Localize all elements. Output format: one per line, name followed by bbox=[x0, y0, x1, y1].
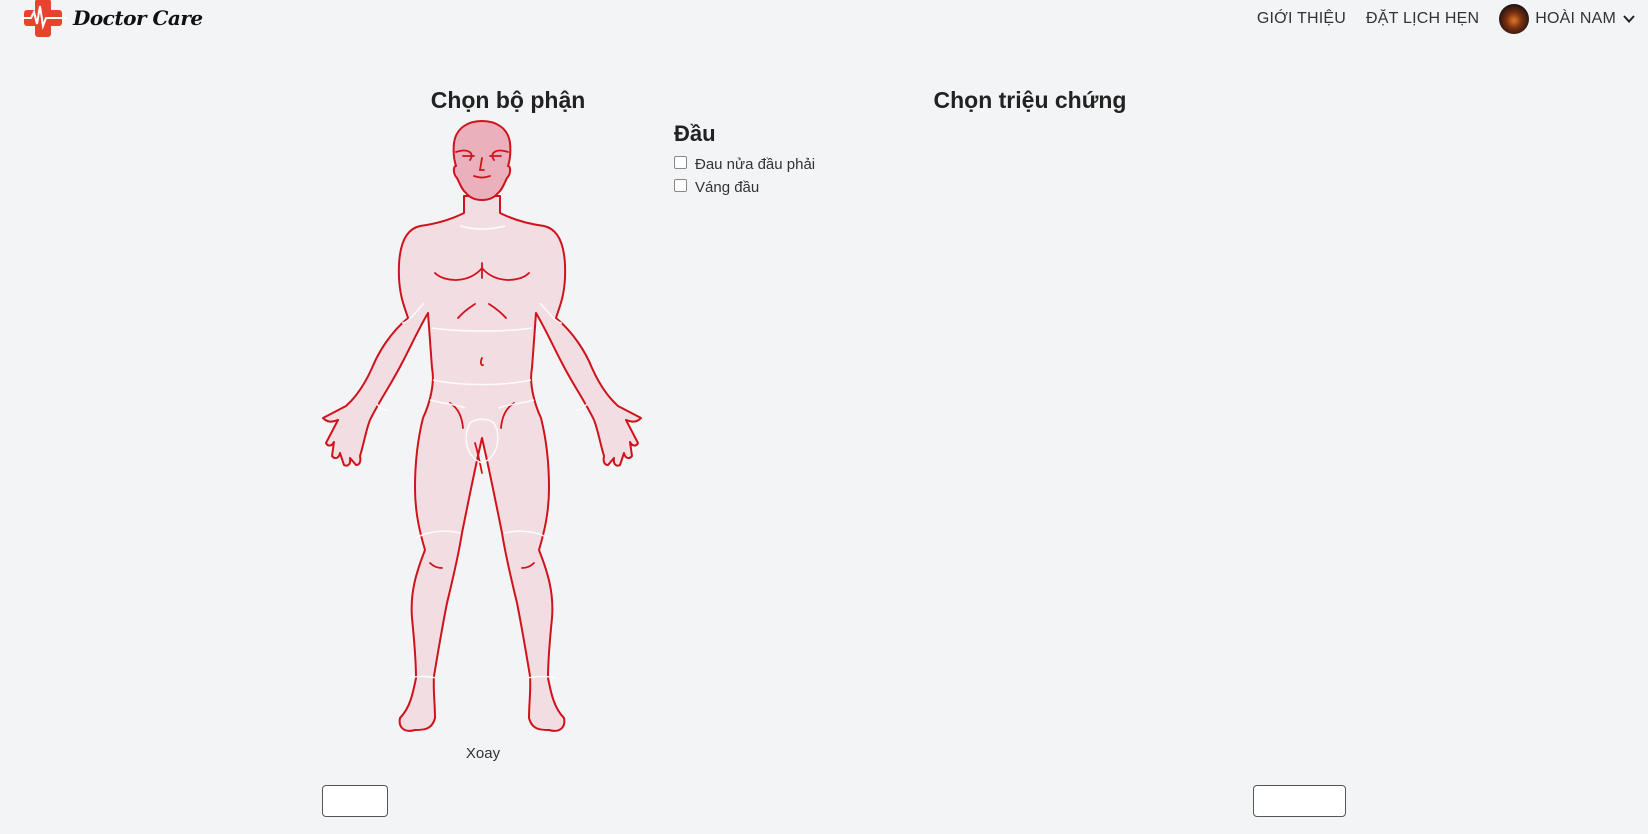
brand-name: Doctor Care bbox=[73, 6, 203, 30]
body-selector-title: Chọn bộ phận bbox=[430, 87, 586, 113]
medical-cross-heartbeat-icon bbox=[21, 0, 67, 37]
symptom-group-title: Đầu bbox=[674, 121, 716, 146]
symptom-label: Đau nửa đầu phải bbox=[695, 156, 816, 173]
body-map[interactable] bbox=[320, 118, 646, 740]
nav-links: GIỚI THIỆU ĐẶT LỊCH HẸN HOÀI NAM bbox=[1237, 0, 1636, 38]
symptom-item[interactable]: Đau nửa đầu phải bbox=[674, 153, 815, 176]
brand[interactable]: Doctor Care bbox=[21, 0, 203, 40]
nav-link-booking[interactable]: ĐẶT LỊCH HẸN bbox=[1366, 10, 1479, 28]
rotate-button[interactable]: Xoay bbox=[443, 745, 523, 762]
symptom-checkbox[interactable] bbox=[674, 179, 687, 192]
symptom-panel: Đầu Đau nửa đầu phải Váng đầu bbox=[674, 121, 815, 199]
next-button[interactable] bbox=[1253, 785, 1346, 817]
symptom-item[interactable]: Váng đầu bbox=[674, 176, 815, 199]
symptom-checkbox[interactable] bbox=[674, 156, 687, 169]
symptom-label: Váng đầu bbox=[695, 179, 760, 196]
back-button[interactable] bbox=[322, 785, 388, 817]
symptom-selector-title: Chọn triệu chứng bbox=[933, 87, 1127, 113]
navbar: Doctor Care GIỚI THIỆU ĐẶT LỊCH HẸN HOÀI… bbox=[0, 0, 1648, 40]
user-menu[interactable]: HOÀI NAM bbox=[1499, 4, 1636, 34]
avatar bbox=[1499, 4, 1530, 34]
user-name: HOÀI NAM bbox=[1535, 10, 1616, 27]
chevron-down-icon bbox=[1623, 15, 1635, 23]
nav-link-about[interactable]: GIỚI THIỆU bbox=[1257, 10, 1346, 28]
